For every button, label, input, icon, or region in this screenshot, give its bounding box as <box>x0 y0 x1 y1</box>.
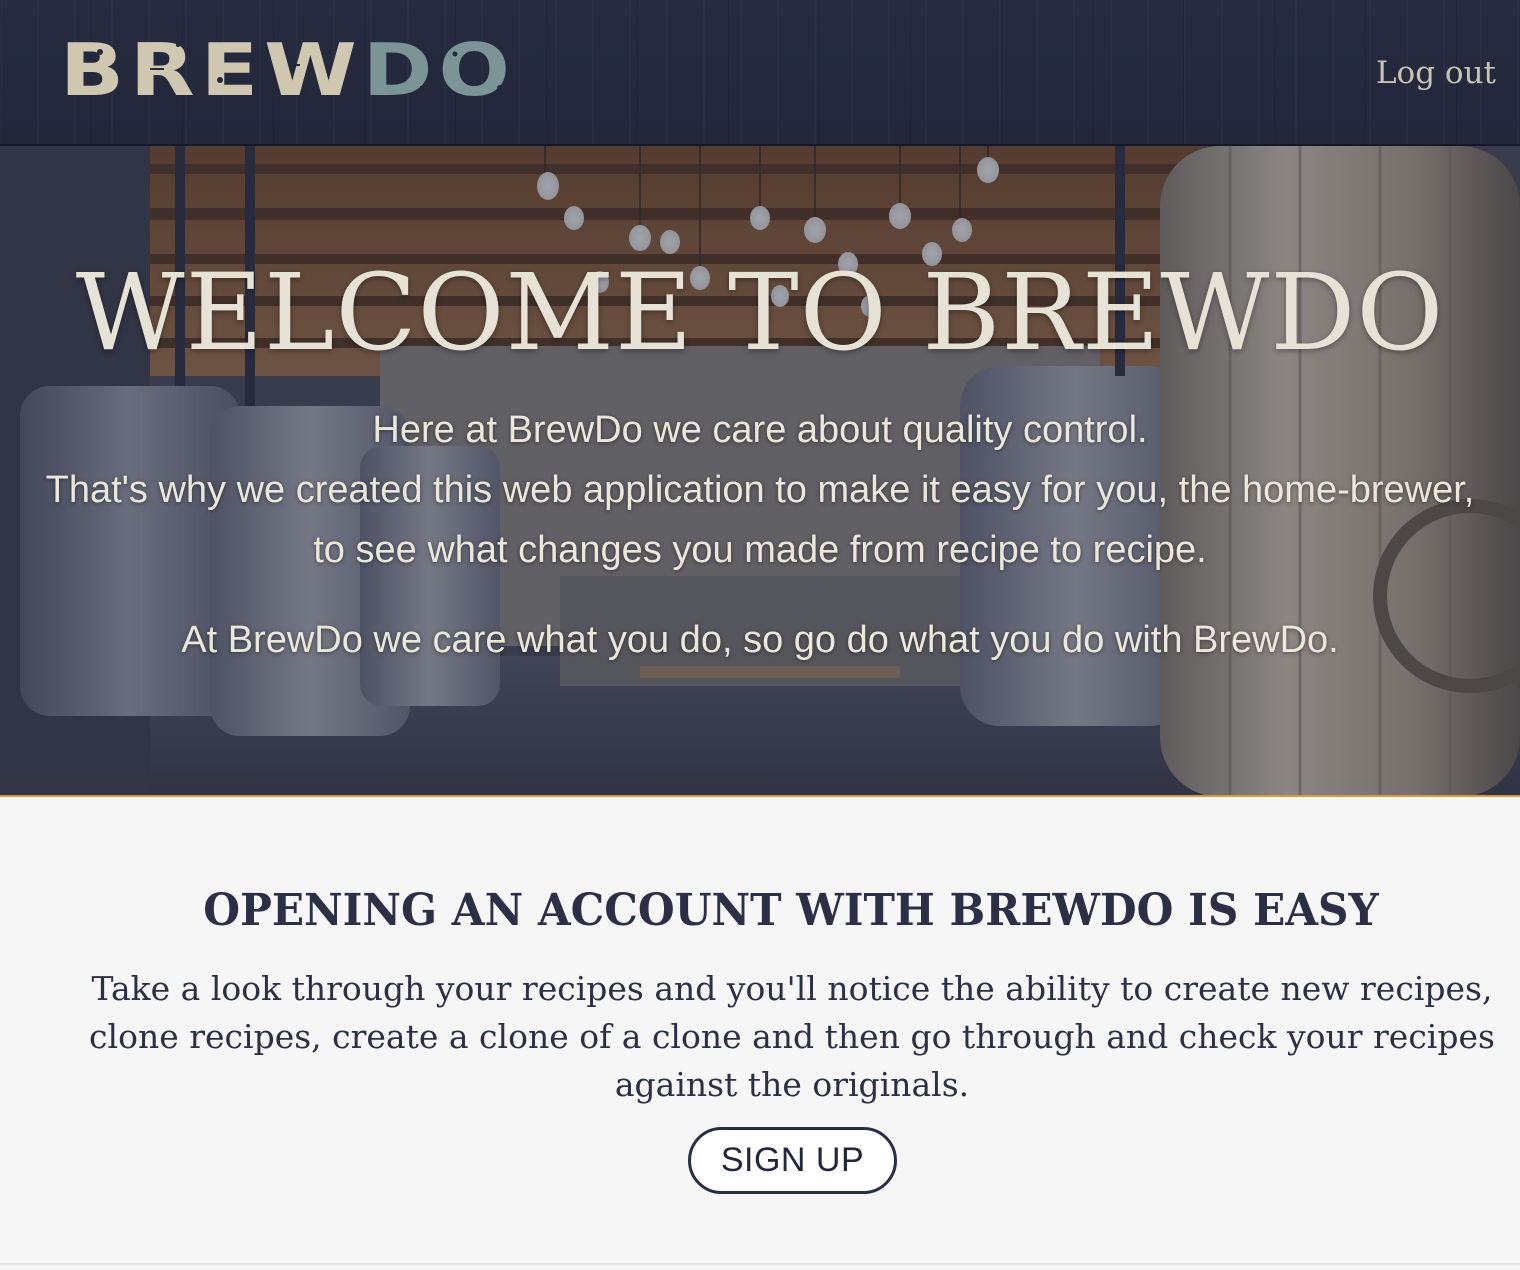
hero-intro-line: Here at BrewDo we care about quality con… <box>372 409 1148 451</box>
site-header: BREW DO Log out <box>0 0 1520 146</box>
brewdo-logo[interactable]: BREW DO <box>60 27 516 113</box>
logo-text-do: DO <box>362 27 516 113</box>
hero-description: That's why we created this web applicati… <box>45 469 1475 571</box>
sign-up-button[interactable]: SIGN UP <box>688 1127 897 1194</box>
hero-tagline: At BrewDo we care what you do, so go do … <box>181 619 1339 661</box>
hero-title: WELCOME TO BREWDO <box>75 251 1445 374</box>
account-description: Take a look through your recipes and you… <box>89 969 1495 1104</box>
logo-text-brew: BREW <box>60 27 363 113</box>
account-info-section: OPENING AN ACCOUNT WITH BREWDO IS EASY T… <box>0 797 1520 1265</box>
hero-section: WELCOME TO BREWDO Here at BrewDo we care… <box>0 146 1520 797</box>
logout-link[interactable]: Log out <box>1376 55 1496 91</box>
account-heading: OPENING AN ACCOUNT WITH BREWDO IS EASY <box>203 885 1379 936</box>
